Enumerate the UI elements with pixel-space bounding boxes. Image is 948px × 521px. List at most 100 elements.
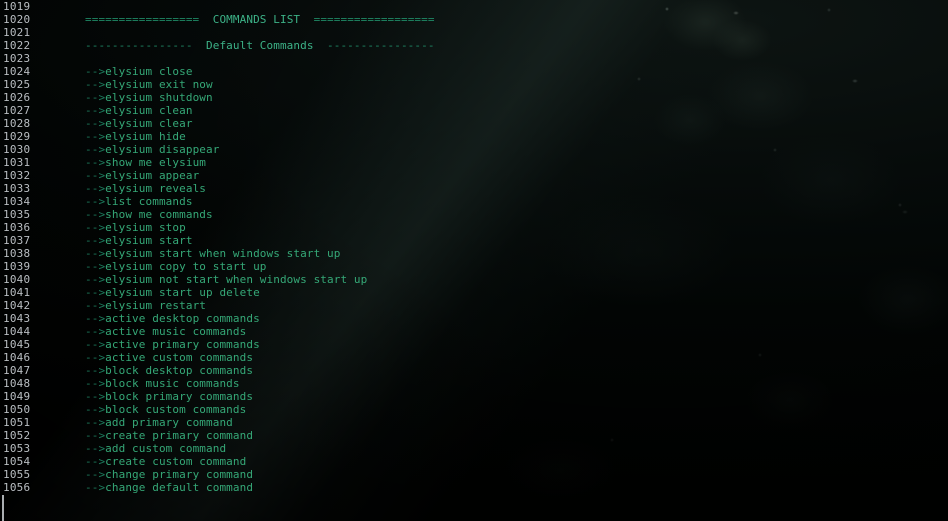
terminal-line: 1055 -->change primary command — [0, 468, 948, 481]
command-entry[interactable]: -->show me commands — [46, 208, 948, 221]
command-entry[interactable]: -->active primary commands — [46, 338, 948, 351]
command-entry[interactable]: -->create custom command — [46, 455, 948, 468]
line-number: 1041 — [3, 286, 31, 299]
terminal-line: 1039 -->elysium copy to start up — [0, 260, 948, 273]
command-text: elysium copy to start up — [105, 260, 267, 273]
command-entry[interactable]: -->elysium hide — [46, 130, 948, 143]
command-entry[interactable]: -->list commands — [46, 195, 948, 208]
command-entry[interactable]: -->elysium clean — [46, 104, 948, 117]
command-entry[interactable]: -->block music commands — [46, 377, 948, 390]
line-number: 1047 — [3, 364, 31, 377]
terminal-line: 1036 -->elysium stop — [0, 221, 948, 234]
command-entry[interactable]: -->elysium stop — [46, 221, 948, 234]
command-entry[interactable]: -->create primary command — [46, 429, 948, 442]
line-number: 1027 — [3, 104, 31, 117]
command-entry[interactable]: -->show me elysium — [46, 156, 948, 169]
command-entry[interactable]: -->active music commands — [46, 325, 948, 338]
command-prefix-arrow-icon: --> — [85, 299, 106, 312]
terminal-line: 1033 -->elysium reveals — [0, 182, 948, 195]
command-text: active primary commands — [105, 338, 260, 351]
line-number: 1035 — [3, 208, 31, 221]
command-text: elysium clean — [105, 104, 193, 117]
terminal-line: 1042 -->elysium restart — [0, 299, 948, 312]
command-entry[interactable]: -->elysium start — [46, 234, 948, 247]
line-number: 1032 — [3, 169, 31, 182]
command-text: create custom command — [105, 455, 247, 468]
terminal-line: 1037 -->elysium start — [0, 234, 948, 247]
line-number: 1030 — [3, 143, 31, 156]
line-number: 1055 — [3, 468, 31, 481]
command-text: elysium not start when windows start up — [105, 273, 368, 286]
terminal-line: 1054 -->create custom command — [0, 455, 948, 468]
command-entry[interactable]: -->elysium disappear — [46, 143, 948, 156]
terminal-line: 1032 -->elysium appear — [0, 169, 948, 182]
command-entry[interactable]: -->add custom command — [46, 442, 948, 455]
command-entry[interactable]: -->elysium exit now — [46, 78, 948, 91]
terminal-line: 1029 -->elysium hide — [0, 130, 948, 143]
command-prefix-arrow-icon: --> — [85, 78, 106, 91]
command-prefix-arrow-icon: --> — [85, 221, 106, 234]
command-prefix-arrow-icon: --> — [85, 260, 106, 273]
command-entry[interactable]: -->elysium close — [46, 65, 948, 78]
terminal-line: 1046 -->active custom commands — [0, 351, 948, 364]
line-number: 1048 — [3, 377, 31, 390]
command-entry[interactable]: -->block desktop commands — [46, 364, 948, 377]
terminal-line: 1028 -->elysium clear — [0, 117, 948, 130]
command-entry[interactable]: -->elysium start when windows start up — [46, 247, 948, 260]
command-entry[interactable]: -->change default command — [46, 481, 948, 494]
command-entry[interactable]: -->add primary command — [46, 416, 948, 429]
command-entry[interactable]: -->elysium copy to start up — [46, 260, 948, 273]
terminal-line: 1049 -->block primary commands — [0, 390, 948, 403]
command-entry[interactable]: -->block primary commands — [46, 390, 948, 403]
command-entry[interactable]: -->elysium shutdown — [46, 91, 948, 104]
terminal-output-pane[interactable]: 1019 1020 ================= COMMANDS LIST … — [0, 0, 948, 521]
command-text: add primary command — [105, 416, 233, 429]
command-entry[interactable]: -->elysium appear — [46, 169, 948, 182]
command-text: active custom commands — [105, 351, 254, 364]
line-number: 1028 — [3, 117, 31, 130]
command-prefix-arrow-icon: --> — [85, 364, 106, 377]
command-entry[interactable]: -->elysium restart — [46, 299, 948, 312]
command-entry[interactable]: -->elysium reveals — [46, 182, 948, 195]
terminal-line: 1043 -->active desktop commands — [0, 312, 948, 325]
line-number: 1043 — [3, 312, 31, 325]
commands-list-banner: ================= COMMANDS LIST ========… — [46, 13, 948, 26]
terminal-line: 1051 -->add primary command — [0, 416, 948, 429]
terminal-line: 1035 -->show me commands — [0, 208, 948, 221]
command-text: elysium start up delete — [105, 286, 260, 299]
terminal-line: 1023 — [0, 52, 948, 65]
section-rule-right: ---------------- — [327, 39, 435, 52]
command-text: change default command — [105, 481, 254, 494]
command-entry[interactable]: -->change primary command — [46, 468, 948, 481]
command-prefix-arrow-icon: --> — [85, 390, 106, 403]
line-number: 1054 — [3, 455, 31, 468]
command-text: add custom command — [105, 442, 227, 455]
command-prefix-arrow-icon: --> — [85, 208, 106, 221]
command-text: block desktop commands — [105, 364, 254, 377]
command-text: show me commands — [105, 208, 213, 221]
command-text: show me elysium — [105, 156, 207, 169]
command-text: elysium clear — [105, 117, 193, 130]
command-text: elysium stop — [105, 221, 186, 234]
command-entry[interactable]: -->elysium start up delete — [46, 286, 948, 299]
command-entry[interactable]: -->active custom commands — [46, 351, 948, 364]
terminal-line: 1026 -->elysium shutdown — [0, 91, 948, 104]
banner-rule-left: ================= — [85, 13, 200, 26]
command-entry[interactable]: -->block custom commands — [46, 403, 948, 416]
terminal-line: 1022 ---------------- Default Commands --… — [0, 39, 948, 52]
command-prefix-arrow-icon: --> — [85, 468, 106, 481]
line-number: 1045 — [3, 338, 31, 351]
command-prefix-arrow-icon: --> — [85, 338, 106, 351]
command-text: elysium shutdown — [105, 91, 213, 104]
command-entry[interactable]: -->elysium not start when windows start … — [46, 273, 948, 286]
command-text: elysium disappear — [105, 143, 220, 156]
command-text: list commands — [105, 195, 193, 208]
line-number: 1026 — [3, 91, 31, 104]
desktop-root: 1019 1020 ================= COMMANDS LIST … — [0, 0, 948, 521]
command-prefix-arrow-icon: --> — [85, 442, 106, 455]
command-entry[interactable]: -->active desktop commands — [46, 312, 948, 325]
terminal-line: 1044 -->active music commands — [0, 325, 948, 338]
command-text: elysium start — [105, 234, 193, 247]
terminal-line: 1034 -->list commands — [0, 195, 948, 208]
command-entry[interactable]: -->elysium clear — [46, 117, 948, 130]
